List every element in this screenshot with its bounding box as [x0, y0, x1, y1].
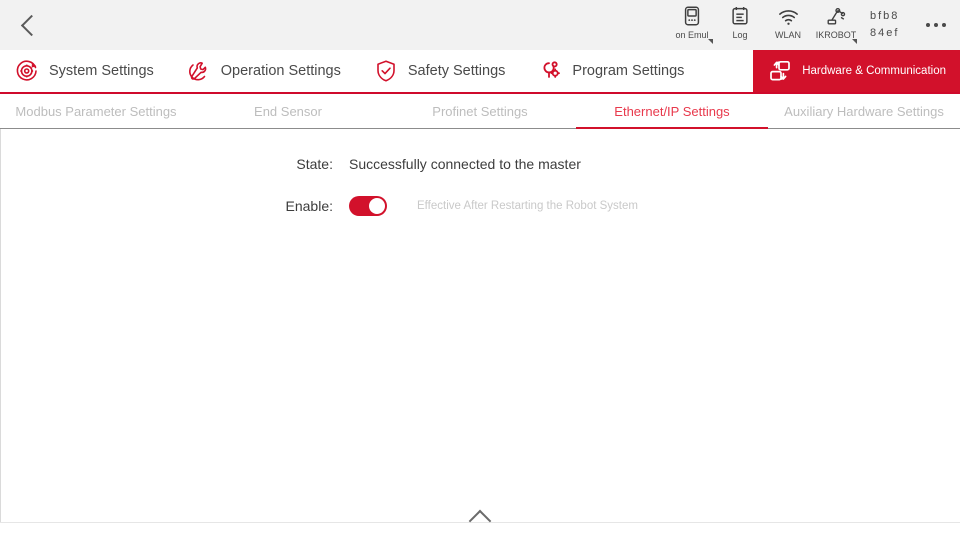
chevron-down-icon [708, 39, 713, 44]
dot [942, 23, 946, 27]
sub-tab-label: Modbus Parameter Settings [15, 103, 177, 119]
back-button[interactable] [0, 0, 58, 50]
device-id: bfb8 84ef [860, 0, 916, 42]
nav-item-label: Hardware & Communication [802, 65, 946, 77]
status-item-label: Log [732, 30, 748, 40]
sub-tab-end-sensor[interactable]: End Sensor [192, 94, 384, 128]
status-item-label: IKROBOT [815, 30, 857, 40]
chevron-left-icon [20, 14, 43, 36]
wifi-icon [777, 4, 800, 28]
state-label: State: [296, 156, 333, 172]
enable-toggle[interactable] [349, 196, 387, 216]
log-clipboard-icon [729, 4, 751, 28]
enable-row: Enable: Effective After Restarting the R… [1, 196, 960, 216]
nav-item-operation-settings[interactable]: Operation Settings [172, 50, 359, 92]
nav-item-label: Operation Settings [220, 63, 341, 79]
status-bar: on Emul Log WLAN IKROBOT bfb8 84ef [0, 0, 960, 50]
device-id-line2: 84ef [870, 27, 900, 39]
chevron-down-icon [852, 39, 857, 44]
enable-hint: Effective After Restarting the Robot Sys… [417, 200, 638, 212]
sub-tab-bar: Modbus Parameter Settings End Sensor Pro… [0, 94, 960, 129]
sub-tab-modbus-parameter-settings[interactable]: Modbus Parameter Settings [0, 94, 192, 128]
toggle-knob [369, 198, 385, 214]
wrench-circle-icon [186, 58, 212, 84]
dot [934, 23, 938, 27]
sub-tab-label: End Sensor [254, 103, 322, 119]
gear-refresh-icon [14, 58, 40, 84]
sub-tab-label: Ethernet/IP Settings [614, 103, 730, 119]
sub-tab-auxiliary-hardware-settings[interactable]: Auxiliary Hardware Settings [768, 94, 960, 128]
bottom-handle-bar[interactable] [0, 509, 960, 540]
status-item-robot[interactable]: IKROBOT [812, 0, 860, 50]
device-id-line1: bfb8 [870, 10, 900, 22]
content-panel: State: Successfully connected to the mas… [0, 129, 960, 540]
nav-item-system-settings[interactable]: System Settings [0, 50, 172, 92]
status-item-label: on Emul [675, 30, 709, 40]
program-node-icon [537, 58, 563, 84]
nav-item-label: Safety Settings [407, 63, 506, 79]
nav-item-label: System Settings [49, 63, 154, 79]
sub-tab-ethernet-ip-settings[interactable]: Ethernet/IP Settings [576, 94, 768, 129]
shield-check-icon [373, 58, 399, 84]
sub-tab-label: Auxiliary Hardware Settings [784, 103, 944, 119]
sub-tab-profinet-settings[interactable]: Profinet Settings [384, 94, 576, 128]
status-item-log[interactable]: Log [716, 0, 764, 50]
status-item-label: WLAN [774, 30, 801, 40]
enable-label: Enable: [285, 198, 333, 214]
status-item-wlan[interactable]: WLAN [764, 0, 812, 50]
state-row: State: Successfully connected to the mas… [1, 156, 960, 172]
main-navigation: System Settings Operation Settings Safet… [0, 50, 960, 94]
dot [926, 23, 930, 27]
nav-item-safety-settings[interactable]: Safety Settings [359, 50, 524, 92]
app-window: on Emul Log WLAN IKROBOT bfb8 84ef Syste… [0, 0, 960, 540]
sub-tab-label: Profinet Settings [432, 103, 528, 119]
nav-item-program-settings[interactable]: Program Settings [523, 50, 702, 92]
teach-pendant-icon [681, 4, 703, 28]
status-item-emulator[interactable]: on Emul [668, 0, 716, 50]
nav-item-label: Program Settings [572, 63, 685, 79]
robot-arm-icon [825, 4, 847, 28]
status-bar-right: on Emul Log WLAN IKROBOT bfb8 84ef [668, 0, 960, 50]
state-value: Successfully connected to the master [349, 156, 581, 172]
hardware-exchange-icon [767, 58, 793, 84]
nav-item-hardware-communication[interactable]: Hardware & Communication [753, 50, 960, 92]
more-horizontal-icon[interactable] [916, 0, 960, 50]
